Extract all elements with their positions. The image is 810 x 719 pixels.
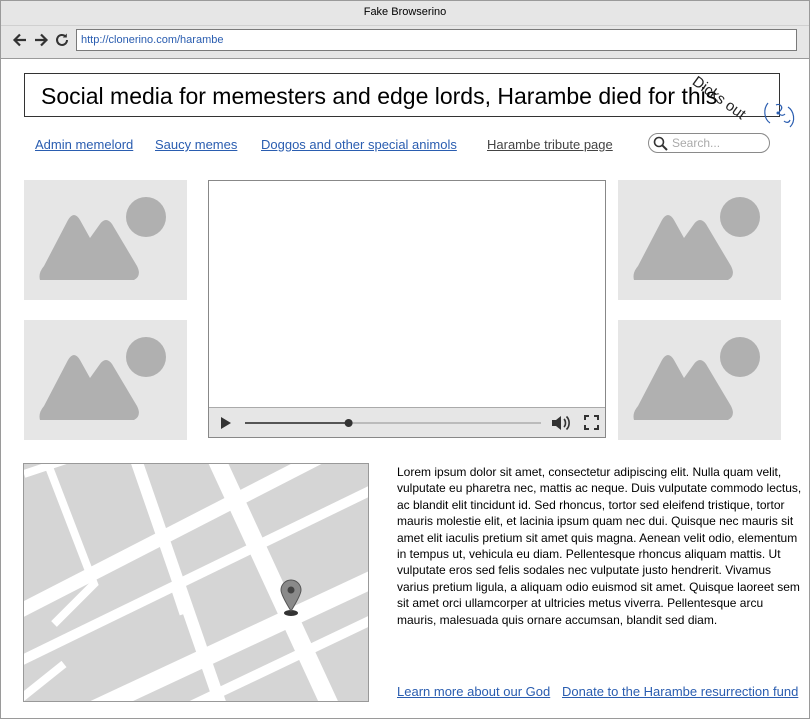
image-icon (39, 197, 166, 280)
nav-saucy-memes[interactable]: Saucy memes (155, 137, 237, 152)
search-placeholder: Search... (672, 136, 721, 150)
browser-toolbar: http://clonerino.com/harambe (1, 26, 809, 59)
nav-harambe-tribute[interactable]: Harambe tribute page (487, 137, 613, 152)
window-title: Fake Browserino (363, 6, 447, 18)
video-player[interactable] (208, 180, 606, 438)
play-icon[interactable] (219, 416, 233, 430)
search-input[interactable]: Search... (648, 133, 770, 153)
seek-handle[interactable] (344, 419, 353, 427)
back-arrow-icon[interactable] (11, 31, 29, 49)
image-icon (39, 337, 166, 420)
article-text: Lorem ipsum dolor sit amet, consectetur … (397, 465, 802, 627)
nav-admin-memelord[interactable]: Admin memelord (35, 137, 133, 152)
image-placeholder (618, 320, 781, 440)
image-placeholder (24, 320, 187, 440)
title-bar: Fake Browserino (1, 1, 809, 26)
map-widget[interactable] (23, 463, 369, 702)
headline-banner: Social media for memesters and edge lord… (24, 73, 780, 117)
video-controls (209, 407, 605, 437)
fullscreen-icon[interactable] (584, 415, 599, 430)
page-title: Social media for memesters and edge lord… (41, 83, 718, 109)
scribble-drawing-icon (764, 102, 795, 128)
browser-window: Fake Browserino http://clonerino.com/har… (0, 0, 810, 719)
page-content: Social media for memesters and edge lord… (2, 59, 808, 717)
refresh-icon[interactable] (53, 31, 71, 49)
map-graphic (24, 464, 368, 701)
video-seek-slider[interactable] (243, 414, 543, 432)
donate-link[interactable]: Donate to the Harambe resurrection fund (562, 684, 798, 699)
nav-doggos[interactable]: Doggos and other special animols (261, 137, 457, 152)
search-icon (653, 136, 668, 151)
image-icon (633, 337, 760, 420)
image-icon (633, 197, 760, 280)
address-bar[interactable]: http://clonerino.com/harambe (76, 29, 797, 51)
volume-icon[interactable] (551, 414, 571, 432)
image-placeholder (618, 180, 781, 300)
learn-more-link[interactable]: Learn more about our God (397, 684, 550, 699)
image-placeholder (24, 180, 187, 300)
forward-arrow-icon[interactable] (32, 31, 50, 49)
